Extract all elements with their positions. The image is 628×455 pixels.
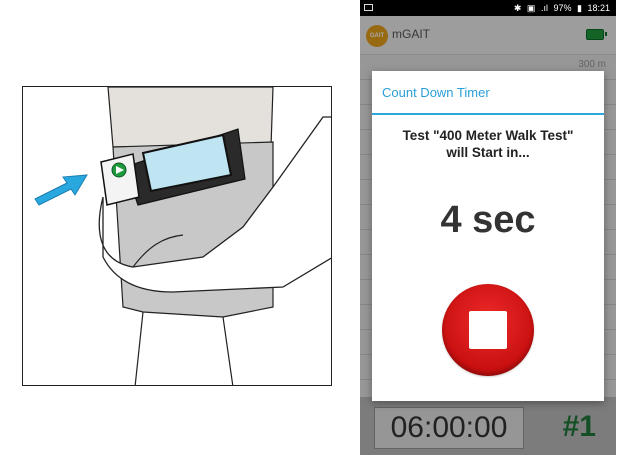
bluetooth-icon: ✱ xyxy=(513,3,522,13)
stop-button[interactable] xyxy=(442,284,534,376)
phone-screen: ✱ ▣ .ıl 97% ▮ 18:21 GAIT mGAIT 300 m 06:… xyxy=(360,0,616,455)
status-time: 18:21 xyxy=(587,3,610,13)
status-bar: ✱ ▣ .ıl 97% ▮ 18:21 xyxy=(360,0,616,16)
dialog-message-line2: will Start in... xyxy=(446,145,530,160)
image-notification-icon xyxy=(364,4,373,11)
battery-percent: 97% xyxy=(553,3,572,13)
battery-icon: ▮ xyxy=(577,3,582,13)
signal-icon: .ıl xyxy=(540,3,548,13)
dialog-message-line1: Test "400 Meter Walk Test" xyxy=(402,128,574,143)
thigh-device-drawing xyxy=(34,87,331,385)
leg-left-line xyxy=(134,311,144,385)
upper-leg-shape xyxy=(107,87,274,148)
leg-right-line xyxy=(222,316,234,385)
countdown-dialog: Count Down Timer Test "400 Meter Walk Te… xyxy=(372,71,604,401)
dialog-message: Test "400 Meter Walk Test" will Start in… xyxy=(372,127,604,161)
stop-icon xyxy=(469,311,507,349)
countdown-value: 4 sec xyxy=(440,199,536,241)
nfc-icon: ▣ xyxy=(526,3,536,13)
arrow-icon xyxy=(34,174,88,206)
device-attachment-illustration xyxy=(22,86,332,386)
dialog-title: Count Down Timer xyxy=(372,71,604,115)
sensor-module xyxy=(100,153,140,206)
status-right-group: ✱ ▣ .ıl 97% ▮ 18:21 xyxy=(511,0,610,16)
